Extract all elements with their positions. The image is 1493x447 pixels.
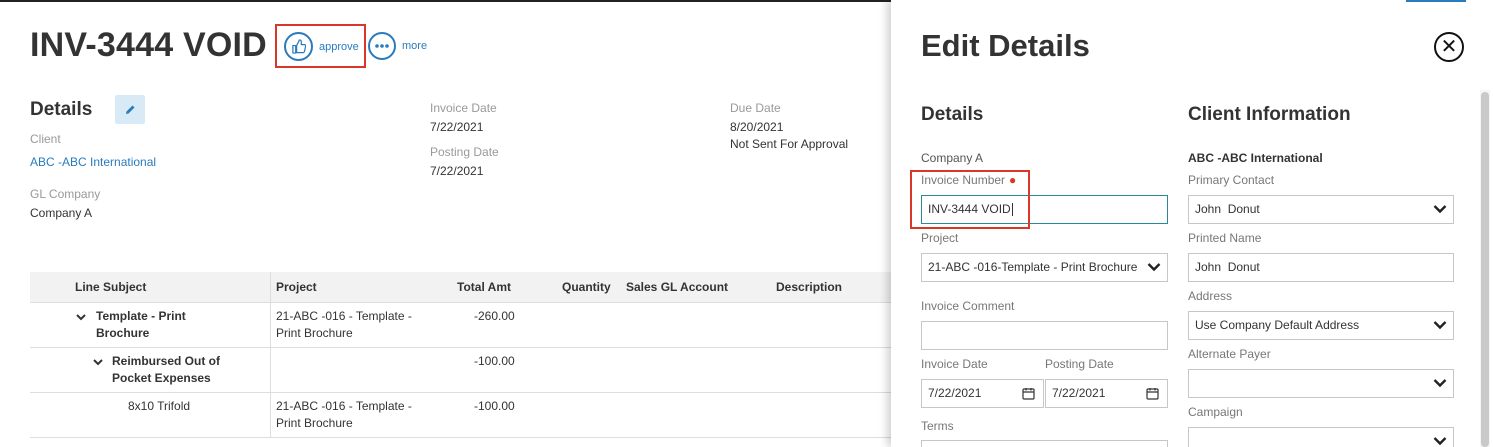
project-selected: 21-ABC -016-Template - Print Brochure bbox=[928, 260, 1137, 274]
col-divider bbox=[270, 272, 271, 303]
campaign-select[interactable] bbox=[1188, 427, 1454, 447]
gl-company-label: GL Company bbox=[30, 187, 101, 201]
col-line-subject[interactable]: Line Subject bbox=[75, 272, 146, 303]
more-label: more bbox=[402, 40, 428, 52]
edit-details-panel: Edit Details ✕ Details Company A Invoice… bbox=[891, 0, 1493, 447]
panel-title: Edit Details bbox=[921, 28, 1090, 63]
posting-date-input[interactable]: 7/22/2021 bbox=[1045, 379, 1168, 408]
chevron-down-icon bbox=[1433, 321, 1447, 330]
col-project[interactable]: Project bbox=[276, 272, 317, 303]
table-header: Line Subject Project Total Amt Quantity … bbox=[30, 272, 891, 303]
invoice-date-value: 7/22/2021 bbox=[430, 120, 484, 134]
table-row[interactable]: Reimbursed Out of Pocket Expenses -100.0… bbox=[30, 348, 891, 393]
gl-company-value: Company A bbox=[30, 206, 93, 220]
line-subject: Template - Print Brochure bbox=[96, 309, 186, 340]
close-button[interactable]: ✕ bbox=[1434, 32, 1464, 62]
posting-date-label: Posting Date bbox=[430, 145, 499, 159]
chevron-down-icon bbox=[1433, 205, 1447, 214]
pencil-icon bbox=[126, 105, 135, 114]
due-date-value: 8/20/2021 bbox=[730, 120, 784, 134]
line-total: -100.00 bbox=[474, 399, 515, 413]
alternate-payer-label: Alternate Payer bbox=[1188, 347, 1271, 361]
address-label: Address bbox=[1188, 289, 1233, 303]
line-items-table: Line Subject Project Total Amt Quantity … bbox=[30, 272, 891, 438]
invoice-number-input[interactable]: INV-3444 VOID bbox=[921, 195, 1168, 224]
col-description[interactable]: Description bbox=[776, 272, 842, 303]
calendar-icon[interactable] bbox=[1146, 387, 1159, 400]
col-sales-gl-account[interactable]: Sales GL Account bbox=[626, 272, 728, 303]
chevron-down-icon bbox=[1433, 437, 1447, 446]
posting-date-value: 7/22/2021 bbox=[430, 164, 484, 178]
primary-contact-label: Primary Contact bbox=[1188, 173, 1275, 187]
campaign-label: Campaign bbox=[1188, 405, 1243, 419]
chevron-down-icon[interactable] bbox=[76, 313, 86, 324]
primary-contact-selected: John Donut bbox=[1195, 202, 1260, 216]
chevron-down-icon bbox=[1147, 263, 1161, 272]
invoice-comment-input[interactable] bbox=[921, 321, 1168, 350]
project-select[interactable]: 21-ABC -016-Template - Print Brochure bbox=[921, 253, 1168, 282]
invoice-date-input[interactable]: 7/22/2021 bbox=[921, 379, 1044, 408]
address-selected: Use Company Default Address bbox=[1195, 318, 1360, 332]
line-subject: Reimbursed Out of Pocket Expenses bbox=[112, 354, 221, 385]
invoice-comment-label: Invoice Comment bbox=[921, 299, 1015, 313]
due-date-label: Due Date bbox=[730, 101, 781, 115]
more-button[interactable]: more bbox=[368, 32, 427, 60]
invoice-number-label: Invoice Number ● bbox=[921, 173, 1017, 187]
terms-label: Terms bbox=[921, 419, 954, 433]
client-info-heading: Client Information bbox=[1188, 104, 1351, 125]
printed-name-label: Printed Name bbox=[1188, 231, 1262, 245]
address-select[interactable]: Use Company Default Address bbox=[1188, 311, 1454, 340]
alternate-payer-select[interactable] bbox=[1188, 369, 1454, 398]
scrollbar[interactable] bbox=[1481, 92, 1489, 447]
calendar-icon[interactable] bbox=[1022, 387, 1035, 400]
invoice-date-label: Invoice Date bbox=[921, 357, 988, 371]
col-divider bbox=[270, 303, 271, 348]
line-total: -260.00 bbox=[474, 309, 515, 323]
company-value: Company A bbox=[921, 151, 984, 165]
col-divider bbox=[270, 393, 271, 438]
close-icon: ✕ bbox=[1440, 36, 1458, 58]
top-accent bbox=[1406, 0, 1466, 2]
line-total: -100.00 bbox=[474, 354, 515, 368]
approve-label: approve bbox=[319, 40, 359, 53]
client-name: ABC -ABC International bbox=[1188, 151, 1323, 165]
line-project: 21-ABC -016 - Template - Print Brochure bbox=[276, 399, 412, 430]
col-divider bbox=[270, 348, 271, 393]
terms-select[interactable] bbox=[921, 440, 1168, 447]
approve-button[interactable]: approve bbox=[284, 32, 359, 61]
col-total-amt[interactable]: Total Amt bbox=[457, 272, 511, 303]
client-link[interactable]: ABC -ABC International bbox=[30, 155, 156, 169]
invoice-title: INV-3444 VOID bbox=[30, 26, 267, 64]
chevron-down-icon[interactable] bbox=[93, 358, 103, 369]
thumbs-up-icon bbox=[284, 32, 313, 61]
details-heading: Details bbox=[30, 99, 93, 120]
line-project: 21-ABC -016 - Template - Print Brochure bbox=[276, 309, 412, 340]
ellipsis-icon bbox=[368, 32, 396, 60]
client-label: Client bbox=[30, 132, 61, 146]
line-subject: 8x10 Trifold bbox=[128, 399, 191, 413]
details-section-heading: Details bbox=[921, 104, 984, 125]
printed-name-input[interactable]: John Donut bbox=[1188, 253, 1454, 282]
project-label: Project bbox=[921, 231, 959, 245]
col-quantity[interactable]: Quantity bbox=[562, 272, 611, 303]
chevron-down-icon bbox=[1433, 379, 1447, 388]
edit-details-button[interactable] bbox=[115, 95, 145, 124]
table-row[interactable]: Template - Print Brochure 21-ABC -016 - … bbox=[30, 303, 891, 348]
required-indicator: ● bbox=[1009, 173, 1017, 187]
posting-date-label: Posting Date bbox=[1045, 357, 1114, 371]
table-row[interactable]: 8x10 Trifold 21-ABC -016 - Template - Pr… bbox=[30, 393, 891, 438]
primary-contact-select[interactable]: John Donut bbox=[1188, 195, 1454, 224]
invoice-date-label: Invoice Date bbox=[430, 101, 497, 115]
approval-status: Not Sent For Approval bbox=[730, 137, 849, 151]
